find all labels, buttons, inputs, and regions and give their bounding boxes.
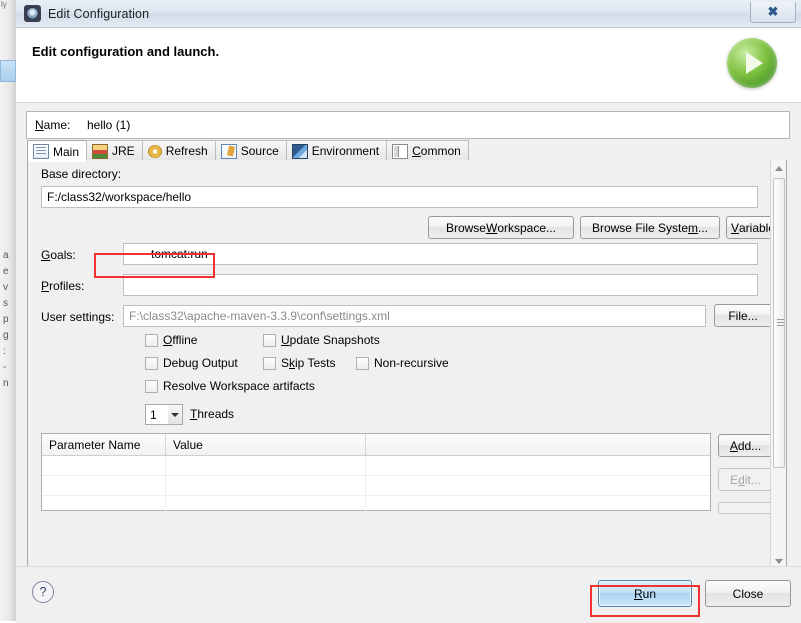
environment-icon	[291, 143, 308, 159]
checkbox-non-recursive[interactable]: Non-recursive	[356, 356, 449, 370]
tab-environment-label: Environment	[311, 144, 380, 158]
dialog-body: Name: hello (1) Main JRE Refresh Source	[16, 103, 801, 623]
checkbox-debug-output-label: Debug Output	[163, 356, 238, 370]
parameter-table[interactable]: Parameter Name Value	[41, 433, 711, 516]
checkbox-offline[interactable]: Offline	[145, 333, 197, 347]
checkbox-update-snapshots-box[interactable]	[263, 333, 276, 347]
scrollbar-thumb[interactable]	[773, 178, 785, 468]
column-spacer	[366, 434, 710, 455]
dialog-banner: Edit configuration and launch.	[16, 28, 801, 103]
configuration-name-row: Name: hello (1)	[26, 111, 790, 139]
close-button[interactable]: Close	[705, 580, 791, 607]
dialog-titlebar: Edit Configuration ✖	[16, 0, 801, 28]
threads-value: 1	[150, 407, 157, 422]
background-text-fragment: aevspg:-n	[3, 250, 9, 389]
checkbox-offline-box[interactable]	[145, 333, 158, 347]
tab-jre-label: JRE	[112, 144, 135, 158]
gear-icon	[24, 5, 41, 22]
main-tab-panel: Base directory: F:/class32/workspace/hel…	[27, 160, 787, 570]
main-tab-content: Base directory: F:/class32/workspace/hel…	[28, 160, 772, 569]
browse-workspace-button[interactable]: Browse Workspace...	[428, 216, 574, 239]
common-icon	[392, 143, 409, 159]
jre-library-icon	[92, 143, 109, 159]
threads-dropdown[interactable]: 1	[145, 404, 183, 425]
tab-refresh-label: Refresh	[165, 144, 208, 158]
green-run-play-icon	[727, 38, 777, 88]
parameter-table-header: Parameter Name Value	[42, 434, 710, 456]
help-icon[interactable]: ?	[32, 581, 54, 603]
table-row[interactable]	[42, 496, 710, 516]
table-row[interactable]	[42, 476, 710, 496]
tab-source-label: Source	[240, 144, 279, 158]
base-directory-label: Base directory:	[41, 167, 122, 181]
checkbox-update-snapshots-label: Update Snapshots	[281, 333, 380, 347]
checkbox-resolve-workspace-artifacts-label: Resolve Workspace artifacts	[163, 379, 315, 393]
user-settings-label: User settings:	[41, 310, 115, 324]
checkbox-skip-tests[interactable]: Skip Tests	[263, 356, 335, 370]
add-parameter-button[interactable]: Add...	[718, 434, 772, 457]
column-value: Value	[166, 434, 366, 455]
main-document-icon	[33, 144, 49, 159]
checkbox-resolve-workspace-artifacts-box[interactable]	[145, 379, 158, 393]
source-lookup-icon	[220, 143, 237, 159]
tab-main[interactable]: Main	[27, 140, 87, 162]
scrollbar-grip-icon	[777, 319, 784, 327]
tab-common-label: Common	[412, 144, 461, 158]
checkbox-debug-output[interactable]: Debug Output	[145, 356, 238, 370]
chevron-down-icon[interactable]	[168, 405, 182, 424]
goals-input[interactable]: tomcat:run	[123, 243, 758, 265]
table-row[interactable]	[42, 456, 710, 476]
tab-page-scrollbar[interactable]	[770, 160, 786, 569]
checkbox-non-recursive-label: Non-recursive	[374, 356, 449, 370]
background-window-title-fragment: ly	[1, 0, 7, 9]
tab-environment[interactable]: Environment	[285, 140, 387, 161]
tab-main-label: Main	[53, 144, 80, 159]
checkbox-update-snapshots[interactable]: Update Snapshots	[263, 333, 380, 347]
remove-parameter-button	[718, 502, 772, 514]
profiles-label: Profiles:	[41, 279, 85, 293]
scroll-up-icon[interactable]	[771, 160, 786, 176]
dialog-title: Edit Configuration	[48, 6, 150, 21]
checkbox-non-recursive-box[interactable]	[356, 356, 369, 370]
name-label: Name:	[35, 118, 71, 132]
refresh-icon	[147, 144, 162, 158]
close-icon[interactable]: ✖	[750, 2, 796, 23]
configuration-tabs: Main JRE Refresh Source Environment Comm…	[27, 139, 787, 162]
tab-common[interactable]: Common	[386, 140, 469, 161]
goals-label: Goals:	[41, 248, 76, 262]
edit-configuration-dialog: Edit Configuration ✖ Edit configuration …	[16, 0, 801, 623]
banner-title: Edit configuration and launch.	[32, 44, 220, 59]
checkbox-skip-tests-label: Skip Tests	[281, 356, 336, 370]
name-input[interactable]: hello (1)	[87, 118, 789, 132]
background-ide-window: ly aevspg:-n	[0, 0, 16, 621]
run-button[interactable]: Run	[598, 580, 692, 607]
goals-value: tomcat:run	[151, 247, 208, 261]
variables-button[interactable]: Variables...	[726, 216, 772, 239]
column-parameter-name: Parameter Name	[42, 434, 166, 455]
checkbox-skip-tests-box[interactable]	[263, 356, 276, 370]
profiles-input[interactable]	[123, 274, 758, 296]
threads-label: Threads	[190, 407, 235, 421]
dialog-footer: ? Run Close	[16, 566, 801, 621]
tab-refresh[interactable]: Refresh	[141, 140, 215, 161]
edit-parameter-button: Ed it...	[718, 468, 772, 491]
user-settings-input[interactable]: F:\class32\apache-maven-3.3.9\conf\setti…	[123, 305, 706, 327]
base-directory-input[interactable]: F:/class32/workspace/hello	[41, 186, 758, 208]
checkbox-resolve-workspace-artifacts[interactable]: Resolve Workspace artifacts	[145, 379, 315, 393]
tab-jre[interactable]: JRE	[86, 140, 142, 161]
user-settings-file-button[interactable]: File...	[714, 304, 772, 327]
checkbox-debug-output-box[interactable]	[145, 356, 158, 370]
tab-source[interactable]: Source	[214, 140, 286, 161]
browse-file-system-button[interactable]: Browse File Syste m...	[580, 216, 720, 239]
background-editor-tab	[0, 60, 16, 82]
checkbox-offline-label: Offline	[163, 333, 198, 347]
